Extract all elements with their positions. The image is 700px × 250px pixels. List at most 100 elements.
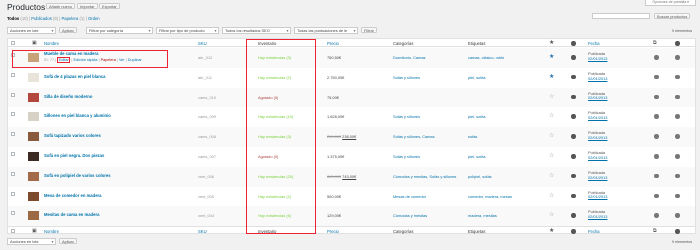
product-categories[interactable]: Sofás y sillones, Camas [393,134,435,139]
product-name-link[interactable]: Sofá tapizado varios colores [44,133,101,138]
product-name-link[interactable]: Sillones en piel blanca y aluminio [44,113,111,118]
seo-filter-select[interactable]: Todos los resultados SEO [222,27,291,34]
featured-star-icon[interactable]: ☆ [549,132,554,139]
select-all-checkbox-footer[interactable] [11,229,15,233]
publish-date: Publicada 02/01/2013 [588,91,607,102]
product-sku: vent_005 [198,193,215,199]
product-thumbnail[interactable] [28,112,39,122]
row-checkbox[interactable] [11,132,15,137]
filter-published-count: (9) [52,16,59,21]
row-actions-highlight [12,50,168,68]
product-thumbnail[interactable] [28,92,39,102]
publish-date-value: 02/01/2013 [588,75,608,81]
featured-column-icon[interactable]: ★ [549,39,554,46]
product-tags[interactable]: piel, sofás [468,154,486,159]
add-new-button[interactable]: Añadir nuevo [46,3,75,9]
product-categories[interactable]: Sofás y sillones [393,114,420,119]
seo-column-icon: ⧉ [653,39,657,46]
select-all-checkbox[interactable] [11,41,15,45]
column-date-footer[interactable]: Fecha [588,229,600,234]
apply-button[interactable]: Aplicar [59,27,77,33]
product-categories[interactable]: Dormitorio, Camas [393,55,425,60]
filter-order[interactable]: Orden [88,16,100,21]
product-thumbnail[interactable] [28,171,39,181]
filter-published[interactable]: Publicados [31,16,52,21]
column-price-footer[interactable]: Precio [327,229,339,234]
search-input[interactable] [592,13,650,19]
row-checkbox[interactable] [11,211,15,216]
featured-star-icon[interactable]: ☆ [549,172,554,179]
product-name-link[interactable]: Silla de diseño moderno [44,94,92,99]
screen-options-button[interactable]: Opciones de pantalla ▾ [645,0,696,6]
featured-star-icon[interactable]: ★ [549,73,554,80]
product-categories[interactable]: Mesas de comedor [393,194,426,199]
seo-score-icon [654,74,659,80]
product-thumbnail[interactable] [28,211,39,221]
featured-star-icon[interactable]: ☆ [549,93,554,100]
product-tags[interactable]: polipiel, sofás [468,174,492,179]
product-tags[interactable]: piel, sofás [468,114,486,119]
product-type-icon [571,74,576,80]
publish-date-value: 02/01/2013 [588,154,608,160]
featured-star-icon[interactable]: ☆ [549,152,554,159]
bulk-actions-select-bottom[interactable]: Acciones en lote [7,238,56,245]
featured-column-icon-footer[interactable]: ★ [549,227,554,234]
column-sku[interactable]: SKU [198,41,207,46]
product-categories[interactable]: Sofás y sillones [393,75,420,80]
column-price[interactable]: Precio [327,41,339,46]
filter-trash-count: (1) [79,16,85,21]
product-categories[interactable]: Cómodas y mesitas [393,213,427,218]
row-checkbox[interactable] [11,191,15,196]
publish-date-value: 02/01/2013 [588,115,608,121]
bulk-actions-select[interactable]: Acciones en lote [7,27,56,34]
product-tags[interactable]: camas, clásico, roble [468,55,504,60]
product-type-icon [571,154,576,159]
product-categories[interactable]: Cómodas y mesitas, Sofás y sillones [393,174,456,179]
product-categories[interactable]: Sofás y sillones [393,154,420,159]
readability-score-icon [675,193,680,199]
current-price: 1.375,00€ [327,154,345,159]
filter-trash[interactable]: Papelera [62,16,79,21]
product-tags[interactable]: madera, mesitas [468,213,497,218]
filter-button[interactable]: Filtrar [361,27,377,33]
row-checkbox[interactable] [11,92,15,97]
export-button[interactable]: Exportar [99,3,120,9]
column-name[interactable]: Nombre [44,41,59,46]
row-checkbox[interactable] [11,171,15,176]
import-button[interactable]: Importar [77,3,98,9]
product-tags[interactable]: piel, sofás [468,75,486,80]
filter-all[interactable]: Todos [7,16,19,21]
product-name-link[interactable]: Sofá de 4 plazas en piel blanca [44,74,105,79]
product-thumbnail[interactable] [28,132,39,142]
row-checkbox[interactable] [11,72,15,77]
product-thumbnail[interactable] [28,152,39,161]
table-row: Mesa de comedor en madera vent_005 Hay exi… [8,187,695,207]
publish-date-value: 02/01/2013 [588,174,608,180]
product-name-link[interactable]: Mesitas de cama en madera [44,212,99,217]
column-sku-footer[interactable]: SKU [198,229,207,234]
column-date[interactable]: Fecha [588,41,600,46]
search-products-button[interactable]: Buscar productos [654,13,691,19]
product-thumbnail[interactable] [28,72,39,82]
featured-star-icon[interactable]: ☆ [549,112,554,119]
product-name-link[interactable]: Sofá en polipiel de varios colores [44,173,111,178]
product-type-filter-select[interactable]: Filtrar por tipo de producto [156,27,219,34]
publish-date: Publicada 02/01/2013 [588,71,608,82]
featured-star-icon[interactable]: ☆ [549,192,554,199]
table-header: ▣ Nombre SKU Inventario Precio Categoría… [8,39,695,47]
product-tags[interactable]: comedor, madera, mesas [468,194,512,199]
product-tags[interactable]: sofás [468,134,477,139]
row-checkbox[interactable] [11,112,15,117]
featured-star-icon[interactable]: ★ [549,53,554,60]
category-filter-select[interactable]: Filtrar por categoría [86,27,153,34]
product-thumbnail[interactable] [28,191,39,201]
row-checkbox[interactable] [11,152,15,156]
featured-star-icon[interactable]: ☆ [549,211,554,218]
readability-filter-select[interactable]: Todas las puntuaciones de le [294,27,358,34]
product-name-link[interactable]: Sofá en piel negra. Dos piezas [44,153,104,158]
seo-column-icon-footer: ⧉ [653,227,657,234]
column-name-footer[interactable]: Nombre [44,229,59,234]
apply-button-bottom[interactable]: Aplicar [59,238,77,244]
product-name-link[interactable]: Mesa de comedor en madera [44,193,101,198]
table-row: Sofá tapizado varios colores cams_008 Hay … [8,127,695,148]
